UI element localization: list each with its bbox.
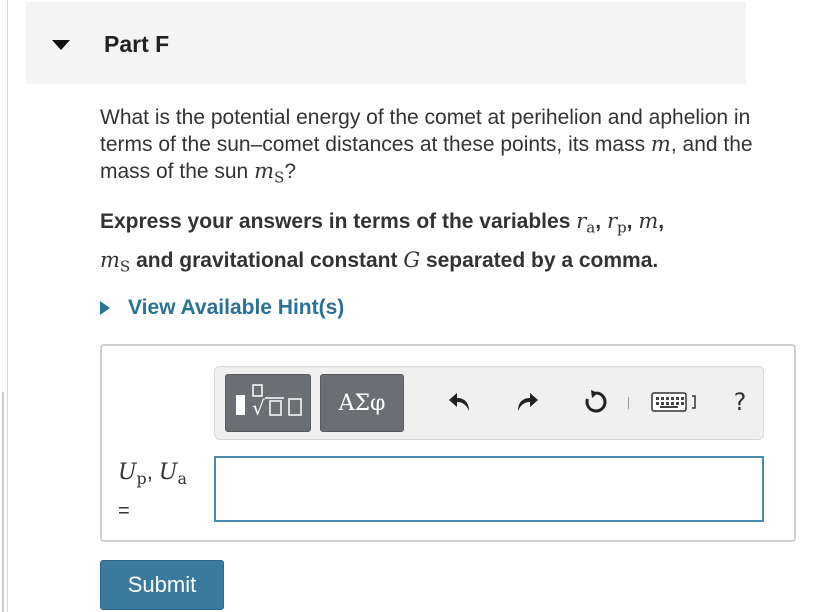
question-text: What is the potential energy of the come… [100, 104, 760, 192]
u-p-symbol: U [118, 460, 137, 485]
left-scroll-marker [2, 392, 4, 612]
var-rp-subscript: p [616, 218, 627, 237]
hint-toggle[interactable]: View Available Hint(s) [100, 294, 344, 322]
toolbar-separator [628, 397, 629, 409]
collapse-arrow-icon[interactable] [52, 40, 70, 50]
math-toolbar: √ ΑΣφ ? [214, 366, 764, 440]
answer-box: √ ΑΣφ ? Up, Ua = [100, 344, 796, 542]
var-ra: r [576, 209, 587, 233]
undo-arrow-icon [449, 393, 469, 411]
answer-input[interactable] [214, 456, 764, 522]
redo-icon[interactable] [510, 385, 544, 419]
var-ms-subscript: S [274, 168, 285, 187]
templates-icon: √ [236, 384, 302, 420]
reset-circular-arrow-icon [585, 390, 607, 413]
templates-button[interactable]: √ [225, 374, 311, 432]
submit-button[interactable]: Submit [100, 560, 224, 610]
var-g: G [403, 247, 421, 272]
var-m: m [650, 132, 671, 156]
reset-icon[interactable] [579, 385, 613, 419]
u-a-symbol: U [158, 460, 178, 485]
keyboard-shortcut-icon [651, 392, 696, 412]
help-button[interactable]: ? [727, 385, 753, 419]
instruction-middle: and gravitational constant [130, 248, 404, 272]
instruction-suffix: separated by a comma. [420, 248, 659, 272]
part-title: Part F [104, 31, 170, 57]
var-ms: m [100, 247, 120, 272]
hint-link[interactable]: View Available Hint(s) [128, 296, 344, 320]
hint-expand-arrow-icon[interactable] [100, 301, 110, 315]
instruction-prefix: Express your answers in terms of the var… [100, 210, 577, 233]
var-ms-subscript: S [119, 257, 131, 276]
left-border-line [7, 0, 8, 612]
var-ms: m [254, 159, 274, 183]
greek-symbols-button[interactable]: ΑΣφ [320, 374, 404, 432]
question-end: ? [284, 160, 297, 183]
equals-sign: = [118, 499, 130, 522]
svg-text:√: √ [252, 396, 265, 420]
part-header[interactable]: Part F [26, 2, 746, 84]
u-a-subscript: a [177, 468, 187, 488]
instruction-text: Express your answers in terms of the var… [100, 209, 665, 276]
u-p-subscript: p [136, 468, 147, 488]
redo-arrow-icon [518, 393, 538, 411]
var-ra-subscript: a [586, 218, 596, 237]
var-rp: r [606, 209, 617, 233]
answer-label: Up, Ua = [118, 456, 187, 527]
var-m: m [638, 209, 659, 233]
keyboard-icon[interactable] [649, 385, 709, 419]
undo-icon[interactable] [443, 385, 477, 419]
